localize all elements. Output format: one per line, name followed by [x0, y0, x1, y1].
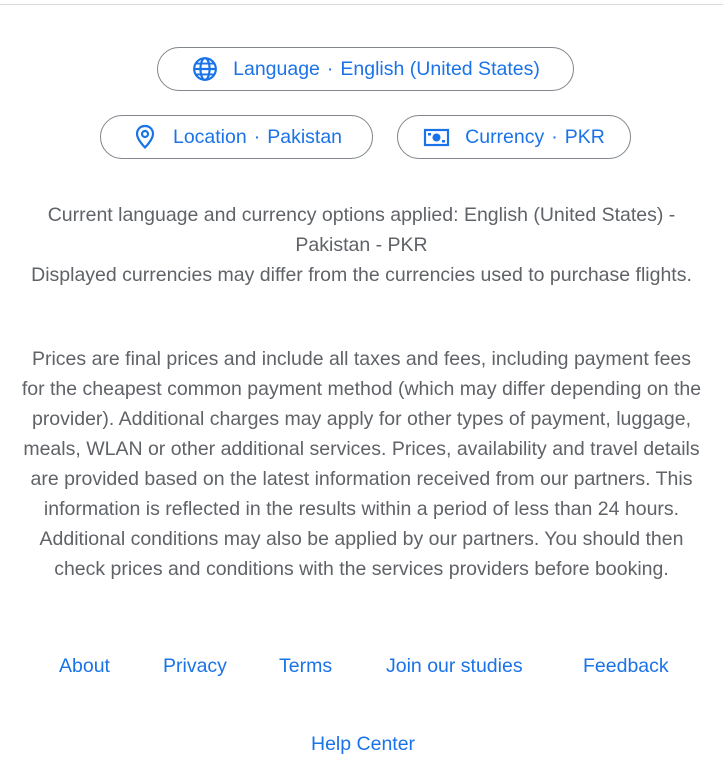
footer-link-privacy[interactable]: Privacy	[163, 654, 227, 678]
location-selector-button[interactable]: Location · Pakistan	[100, 115, 373, 159]
footer-link-feedback[interactable]: Feedback	[583, 654, 669, 678]
top-divider	[0, 4, 723, 5]
currency-separator: ·	[551, 125, 558, 148]
language-separator: ·	[326, 57, 334, 80]
prices-disclaimer: Prices are final prices and include all …	[21, 348, 702, 580]
language-value: English (United States)	[340, 57, 540, 80]
footer-link-terms[interactable]: Terms	[279, 654, 332, 678]
currency-value: PKR	[564, 125, 605, 148]
applied-settings-line2: Pakistan - PKR	[295, 234, 428, 256]
footer-link-join-studies[interactable]: Join our studies	[386, 654, 523, 678]
banknote-icon	[423, 123, 451, 151]
applied-settings-line1: Current language and currency options ap…	[47, 204, 676, 226]
footer-link-help-center[interactable]: Help Center	[311, 732, 415, 756]
currency-label: Currency	[465, 125, 545, 148]
location-label: Location	[172, 125, 247, 148]
globe-icon	[191, 55, 219, 83]
location-pin-icon	[131, 123, 159, 151]
currency-disclaimer: Displayed currencies may differ from the…	[31, 264, 692, 286]
language-label: Language	[233, 57, 320, 80]
location-value: Pakistan	[267, 125, 343, 148]
language-selector-button[interactable]: Language · English (United States)	[157, 47, 574, 91]
footer-link-about[interactable]: About	[59, 654, 110, 678]
location-separator: ·	[253, 125, 261, 148]
applied-settings-text: Current language and currency options ap…	[20, 200, 703, 290]
currency-selector-button[interactable]: Currency · PKR	[397, 115, 631, 159]
